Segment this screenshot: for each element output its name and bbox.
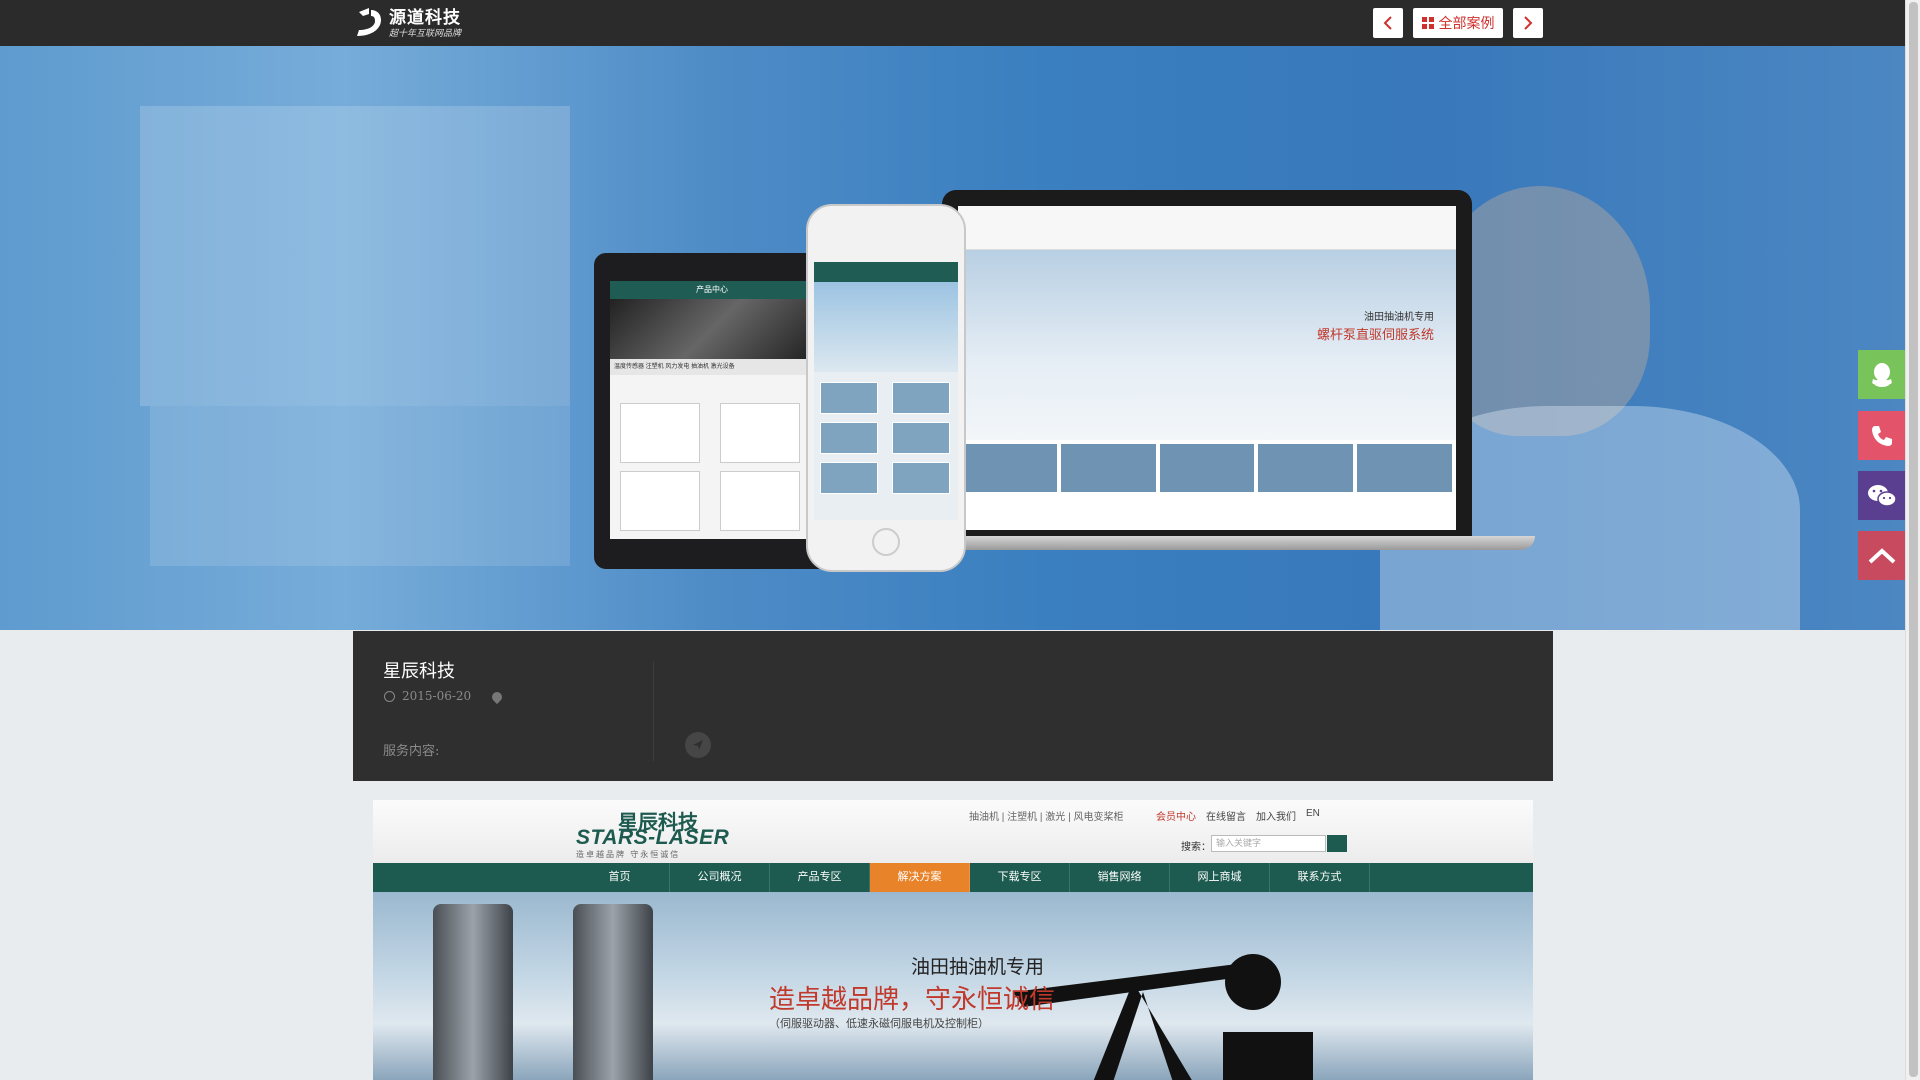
qq-icon: [1871, 362, 1892, 387]
background-window: [140, 106, 570, 406]
chevron-right-icon: [1524, 16, 1533, 30]
phone-icon: [1871, 425, 1892, 446]
logo[interactable]: 源道科技 超十年互联网品牌: [355, 4, 461, 42]
prev-case-button[interactable]: [1373, 8, 1403, 38]
website-preview: 星辰科技 STARS-LASER 造卓越品牌 守永恒诚信 抽油机 | 注塑机 |…: [373, 800, 1533, 1080]
case-date: 2015-06-20: [402, 689, 472, 703]
product-thumb: [720, 471, 800, 531]
pumpjack-image: [1013, 954, 1313, 1080]
preview-logo-en: STARS-LASER: [576, 826, 730, 849]
laptop-thumb: [1258, 444, 1354, 492]
laptop-thumb: [962, 444, 1057, 492]
scrollbar-thumb[interactable]: [1909, 2, 1918, 1077]
all-cases-button[interactable]: 全部案例: [1413, 8, 1503, 38]
preview-member-link: 会员中心: [1156, 812, 1196, 823]
back-to-top-button[interactable]: [1858, 531, 1905, 580]
preview-nav: 首页 公司概况 产品专区 解决方案 下载专区 销售网络 网上商城 联系方式: [373, 863, 1533, 892]
visit-site-button[interactable]: [685, 732, 711, 758]
preview-nav-item: 联系方式: [1270, 863, 1370, 892]
preview-banner-line1: 油田抽油机专用: [911, 957, 1045, 978]
preview-search-label: 搜索：: [1181, 842, 1211, 853]
next-case-button[interactable]: [1513, 8, 1543, 38]
preview-header: 星辰科技 STARS-LASER 造卓越品牌 守永恒诚信 抽油机 | 注塑机 |…: [373, 800, 1533, 863]
phone-button[interactable]: [1858, 411, 1905, 460]
product-thumb: [620, 471, 700, 531]
motor-image: [433, 904, 513, 1080]
preview-banner-line3: （伺服驱动器、低速永磁伺服电机及控制柜）: [769, 1018, 989, 1030]
preview-nav-item-active: 解决方案: [870, 863, 970, 892]
preview-nav-item: 网上商城: [1170, 863, 1270, 892]
location-pin-icon: [489, 689, 505, 705]
tablet-tabs: 温度传感器 注塑机 风力发电 抽油机 激光设备: [610, 359, 814, 375]
preview-top-links: 抽油机 | 注塑机 | 激光 | 风电变桨柜: [969, 812, 1124, 823]
preview-banner-line2: 造卓越品牌，守永恒诚信: [769, 984, 1056, 1014]
case-info-panel: 星辰科技 2015-06-20 服务内容:: [353, 631, 1553, 781]
qq-button[interactable]: [1858, 350, 1905, 399]
preview-nav-item: 公司概况: [670, 863, 770, 892]
divider: [653, 661, 654, 761]
product-thumb: [620, 403, 700, 463]
wechat-button[interactable]: [1858, 471, 1905, 520]
phone-mockup: [806, 204, 966, 572]
preview-lang-link: EN: [1306, 808, 1320, 819]
laptop-thumb: [1357, 444, 1452, 492]
case-title: 星辰科技: [383, 661, 455, 682]
chevron-left-icon: [1383, 16, 1392, 30]
top-bar: 源道科技 超十年互联网品牌 全部案例: [0, 0, 1905, 46]
background-window: [150, 406, 570, 566]
preview-message-link: 在线留言: [1206, 812, 1246, 823]
logo-name: 源道科技: [389, 7, 461, 27]
scrollbar[interactable]: [1905, 0, 1920, 1080]
preview-banner: 油田抽油机专用 造卓越品牌，守永恒诚信 （伺服驱动器、低速永磁伺服电机及控制柜）: [373, 892, 1533, 1080]
laptop-mockup: 油田抽油机专用 螺杆泵直驱伺服系统: [942, 190, 1472, 536]
send-icon: [693, 740, 703, 750]
laptop-banner-line2: 螺杆泵直驱伺服系统: [1316, 327, 1434, 342]
laptop-thumb: [1060, 444, 1156, 492]
tablet-mockup: 产品中心 温度传感器 注塑机 风力发电 抽油机 激光设备: [594, 253, 830, 569]
grid-icon: [1421, 17, 1434, 29]
tablet-header: 产品中心: [610, 281, 814, 299]
motor-image: [573, 904, 653, 1080]
preview-nav-item: 产品专区: [770, 863, 870, 892]
preview-join-link: 加入我们: [1256, 812, 1296, 823]
all-cases-label: 全部案例: [1438, 15, 1495, 31]
laptop-banner-line1: 油田抽油机专用: [1364, 312, 1434, 323]
laptop-base: [905, 536, 1535, 550]
service-label: 服务内容:: [383, 744, 440, 759]
phone-home-button: [872, 528, 900, 556]
wechat-icon: [1867, 484, 1897, 507]
logo-mark-icon: [355, 6, 385, 40]
preview-nav-item: 销售网络: [1070, 863, 1170, 892]
product-thumb: [720, 403, 800, 463]
logo-slogan: 超十年互联网品牌: [389, 27, 462, 38]
preview-nav-item: 下载专区: [970, 863, 1070, 892]
search-icon: [1327, 835, 1347, 852]
clock-icon: [384, 691, 395, 702]
preview-logo-slogan: 造卓越品牌 守永恒诚信: [576, 850, 681, 859]
preview-nav-item: 首页: [570, 863, 670, 892]
chevron-up-icon: [1868, 547, 1895, 563]
preview-search-input: 输入关键字: [1211, 835, 1326, 852]
laptop-thumb: [1159, 444, 1255, 492]
